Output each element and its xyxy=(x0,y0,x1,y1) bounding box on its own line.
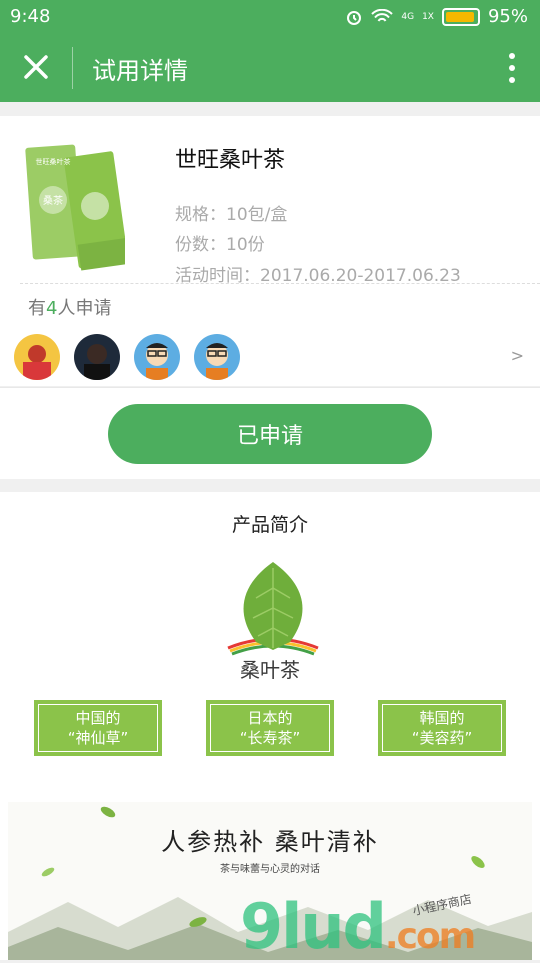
battery-icon xyxy=(441,7,480,26)
badge-korea: 韩国的 “美容药” xyxy=(378,700,506,756)
alarm-icon xyxy=(347,10,362,25)
package-logo: 桑茶 xyxy=(43,194,63,207)
product-spec: 规格：10包/盒 xyxy=(175,205,288,225)
avatar[interactable] xyxy=(74,334,120,380)
package-label: 世旺桑叶茶 xyxy=(36,157,71,166)
applicant-suffix: 人申请 xyxy=(57,298,112,319)
signal-4g: 4G xyxy=(401,11,415,22)
status-bar: 9:48 4G 1X 95% xyxy=(0,0,540,33)
product-card: 桑茶 世旺桑叶茶 世旺桑叶茶 规格：10包/盒 份数：10份 活动时间：2017… xyxy=(0,116,540,386)
product-name: 世旺桑叶茶 xyxy=(175,148,286,173)
applicant-avatars[interactable] xyxy=(14,334,240,380)
nav-divider xyxy=(72,47,73,89)
applicant-number: 4 xyxy=(46,298,58,319)
badge-line1: 日本的 xyxy=(247,709,293,727)
badge-japan: 日本的 “长寿茶” xyxy=(206,700,334,756)
applicant-prefix: 有 xyxy=(28,298,46,319)
watermark-suffix: .com xyxy=(384,916,476,957)
battery-percent: 95% xyxy=(487,6,528,27)
product-quantity: 份数：10份 xyxy=(175,235,265,255)
avatar[interactable] xyxy=(194,334,240,380)
banner-title: 人参热补 桑叶清补 xyxy=(161,828,379,856)
signal-1x: 1X xyxy=(422,11,434,22)
status-icons: 4G 1X 95% xyxy=(345,6,528,27)
divider xyxy=(20,283,540,284)
navigation-bar: 试用详情 xyxy=(0,33,540,102)
section-title: 产品简介 xyxy=(231,514,308,536)
action-area: 已申请 xyxy=(0,387,540,479)
wifi-icon xyxy=(371,8,394,22)
status-time: 9:48 xyxy=(10,6,51,27)
page-title: 试用详情 xyxy=(92,57,188,85)
badge-line2: “神仙草” xyxy=(67,729,129,747)
applied-button[interactable]: 已申请 xyxy=(108,404,432,464)
chevron-right-icon[interactable]: > xyxy=(511,346,524,365)
battery-fill xyxy=(445,11,475,22)
badge-line1: 中国的 xyxy=(75,709,121,727)
product-image: 桑茶 世旺桑叶茶 xyxy=(25,144,125,271)
applicant-count: 有4人申请 xyxy=(28,294,111,320)
badge-line1: 韩国的 xyxy=(419,709,465,727)
more-menu-icon[interactable] xyxy=(506,51,518,85)
watermark-main: 9lud xyxy=(240,890,387,963)
logo-text: 桑叶茶 xyxy=(240,658,300,682)
badge-line2: “长寿茶” xyxy=(239,729,301,747)
badge-line2: “美容药” xyxy=(411,729,473,747)
avatar[interactable] xyxy=(134,334,180,380)
badge-china: 中国的 “神仙草” xyxy=(34,700,162,756)
banner-subtitle: 茶与味蕾与心灵的对话 xyxy=(220,864,320,875)
avatar[interactable] xyxy=(14,334,60,380)
close-icon[interactable] xyxy=(18,49,54,85)
